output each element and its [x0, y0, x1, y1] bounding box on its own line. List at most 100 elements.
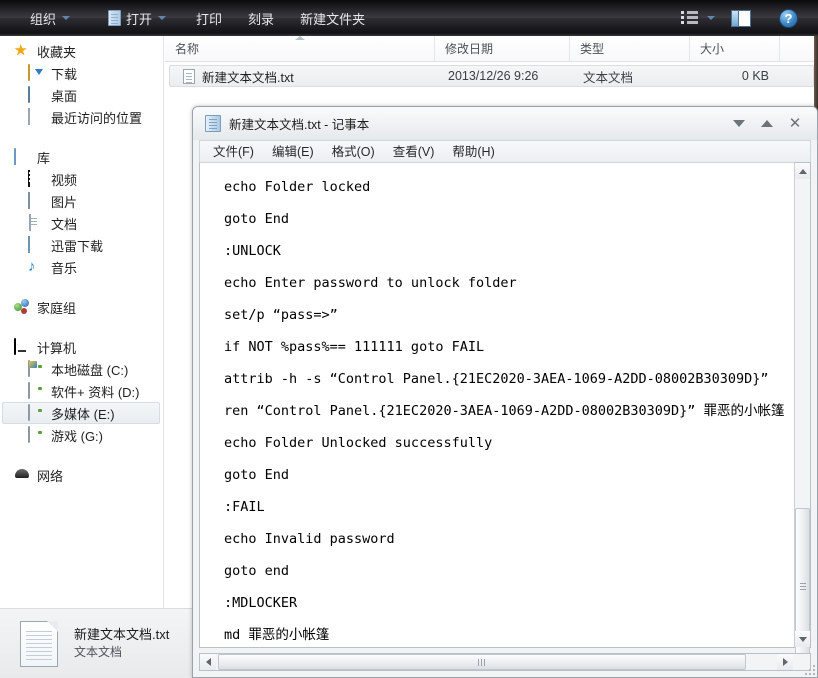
details-file-type: 文本文档	[74, 645, 123, 659]
file-list-header: 名称 修改日期 类型 大小	[165, 36, 818, 62]
column-header-type[interactable]: 类型	[570, 36, 690, 61]
toolbar-help-button[interactable]: ?	[771, 5, 818, 31]
toolbar-open-button[interactable]: 打开	[100, 5, 174, 31]
table-row[interactable]: 新建文本文档.txt 2013/12/26 9:26 文本文档 0 KB	[169, 65, 814, 87]
sidebar-item-drive-d[interactable]: 软件+ 资料 (D:)	[0, 380, 163, 402]
explorer-toolbar: 组织 打开 打印 刻录 新建文件夹 ?	[0, 0, 818, 36]
column-header-size[interactable]: 大小	[690, 36, 780, 61]
toolbar-organize-button[interactable]: 组织	[22, 5, 78, 31]
column-label: 大小	[700, 42, 725, 56]
scroll-down-button[interactable]	[795, 631, 810, 647]
sidebar-item-recent-places[interactable]: 最近访问的位置	[0, 106, 163, 128]
column-header-name[interactable]: 名称	[165, 36, 435, 61]
network-icon	[14, 467, 31, 483]
window-controls: ✕	[725, 113, 817, 135]
column-label: 类型	[580, 42, 605, 56]
sort-ascending-icon	[294, 36, 305, 40]
grip-icon	[800, 583, 806, 584]
resize-grip[interactable]	[803, 663, 815, 675]
maximize-icon	[761, 120, 773, 127]
sidebar-item-downloads[interactable]: 下载	[0, 62, 163, 84]
minimize-button[interactable]	[725, 113, 753, 135]
notepad-text-area[interactable]: echo Folder locked goto End :UNLOCK echo…	[199, 162, 811, 648]
view-list-icon	[681, 11, 699, 25]
maximize-button[interactable]	[753, 113, 781, 135]
sidebar-item-desktop[interactable]: 桌面	[0, 84, 163, 106]
sidebar-item-favorites[interactable]: ★ 收藏夹	[0, 40, 163, 62]
grip-icon	[478, 659, 479, 666]
sidebar-label: 下载	[51, 66, 78, 82]
scroll-right-button[interactable]	[777, 654, 793, 670]
file-type-cell: 文本文档	[583, 70, 634, 85]
sidebar-item-videos[interactable]: 视频	[0, 168, 163, 190]
notepad-icon	[205, 115, 221, 132]
toolbar-print-label: 打印	[196, 11, 223, 27]
sidebar-item-pictures[interactable]: 图片	[0, 190, 163, 212]
sidebar-item-music[interactable]: ♪ 音乐	[0, 256, 163, 278]
sidebar-label: 多媒体 (E:)	[51, 406, 115, 422]
menu-file[interactable]: 文件(F)	[204, 142, 263, 162]
sidebar-item-homegroup[interactable]: 家庭组	[0, 296, 163, 318]
text-file-large-icon	[20, 620, 58, 667]
video-library-icon	[28, 170, 45, 187]
notepad-titlebar[interactable]: 新建文本文档.txt - 记事本 ✕	[193, 107, 817, 140]
sidebar-item-drive-g[interactable]: 游戏 (G:)	[0, 424, 163, 446]
menu-help[interactable]: 帮助(H)	[443, 142, 503, 162]
sidebar-item-network[interactable]: 网络	[0, 464, 163, 486]
recent-places-icon	[28, 108, 45, 125]
chevron-down-icon	[158, 16, 167, 20]
sidebar-item-computer[interactable]: 计算机	[0, 336, 163, 358]
sidebar-item-documents[interactable]: 文档	[0, 212, 163, 234]
toolbar-print-button[interactable]: 打印	[188, 5, 230, 31]
sidebar-item-drive-e[interactable]: 多媒体 (E:)	[2, 402, 160, 424]
notepad-menubar: 文件(F) 编辑(E) 格式(O) 查看(V) 帮助(H)	[199, 140, 811, 162]
scroll-up-button[interactable]	[795, 163, 810, 179]
sidebar-label: 最近访问的位置	[51, 110, 143, 126]
column-label: 名称	[175, 42, 200, 56]
notepad-title: 新建文本文档.txt - 记事本	[229, 118, 370, 132]
star-icon: ★	[14, 42, 28, 59]
menu-view[interactable]: 查看(V)	[384, 142, 444, 162]
notepad-icon	[108, 10, 122, 26]
chevron-down-icon	[62, 16, 71, 20]
scroll-left-button[interactable]	[200, 654, 216, 670]
drive-icon	[28, 426, 45, 443]
notepad-window[interactable]: 新建文本文档.txt - 记事本 ✕ 文件(F) 编辑(E) 格式(O) 查看(…	[192, 106, 818, 678]
toolbar-burn-button[interactable]: 刻录	[240, 5, 282, 31]
details-file-name: 新建文本文档.txt	[74, 627, 170, 642]
text-file-icon	[183, 68, 195, 84]
toolbar-open-label: 打开	[126, 11, 153, 27]
column-header-modified[interactable]: 修改日期	[435, 36, 570, 61]
sidebar-label: 游戏 (G:)	[51, 428, 103, 444]
toolbar-view-button[interactable]	[673, 5, 723, 31]
sidebar-label: 音乐	[51, 260, 78, 276]
system-drive-icon	[28, 360, 45, 377]
file-name-cell: 新建文本文档.txt	[170, 67, 438, 86]
navigation-pane[interactable]: ★ 收藏夹 下载 桌面 最近访问的位置 库 视频 图片 文档 迅雷下载 ♪ 音乐…	[0, 36, 164, 608]
menu-edit[interactable]: 编辑(E)	[263, 142, 323, 162]
horizontal-scrollbar-thumb[interactable]	[218, 654, 746, 670]
sidebar-label: 图片	[51, 194, 78, 210]
toolbar-organize-label: 组织	[30, 11, 57, 27]
vertical-scrollbar[interactable]	[794, 162, 811, 666]
sidebar-label: 收藏夹	[37, 44, 77, 60]
notepad-text-content[interactable]: echo Folder locked goto End :UNLOCK echo…	[224, 171, 790, 647]
sidebar-label: 软件+ 资料 (D:)	[51, 384, 140, 400]
horizontal-scrollbar[interactable]	[199, 653, 811, 671]
toolbar-preview-pane-button[interactable]	[723, 5, 771, 31]
desktop-icon	[28, 86, 45, 103]
sidebar-item-drive-c[interactable]: 本地磁盘 (C:)	[0, 358, 163, 380]
chevron-up-icon	[798, 168, 807, 174]
close-button[interactable]: ✕	[781, 113, 809, 135]
menu-format[interactable]: 格式(O)	[323, 142, 384, 162]
music-library-icon: ♪	[28, 258, 36, 275]
toolbar-new-folder-button[interactable]: 新建文件夹	[292, 5, 373, 31]
sidebar-item-thunder-download[interactable]: 迅雷下载	[0, 234, 163, 256]
download-folder-icon	[28, 64, 45, 81]
preview-pane-icon	[731, 9, 751, 27]
file-name-label: 新建文本文档.txt	[202, 70, 294, 85]
help-icon: ?	[779, 8, 798, 28]
chevron-left-icon	[205, 658, 211, 666]
sidebar-label: 桌面	[51, 88, 78, 104]
sidebar-item-libraries[interactable]: 库	[0, 146, 163, 168]
